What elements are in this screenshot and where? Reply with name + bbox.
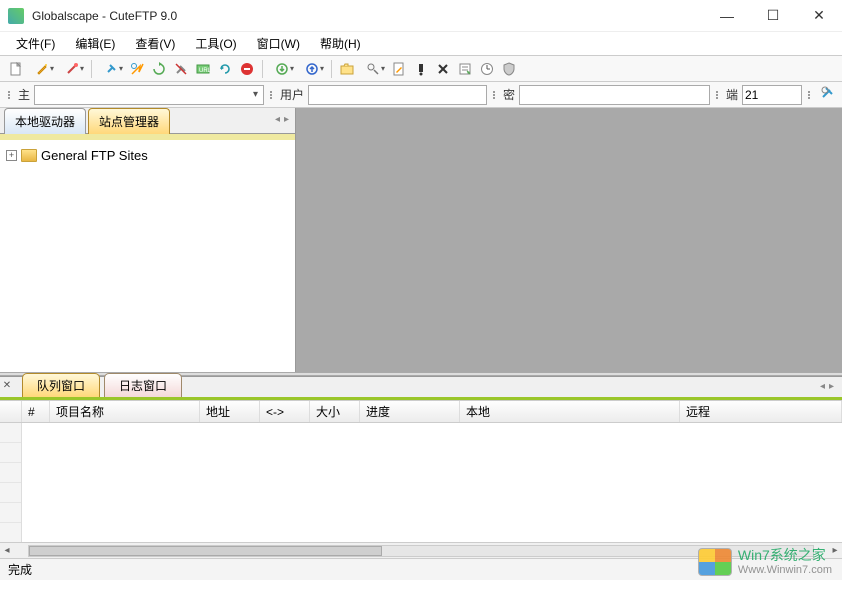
watermark-line1: Win7系统之家 xyxy=(738,547,832,564)
url-icon[interactable]: URL xyxy=(193,59,213,79)
new-icon[interactable] xyxy=(6,59,26,79)
port-label: 端 xyxy=(724,86,742,103)
download-icon[interactable]: ▾ xyxy=(268,59,296,79)
tab-scroll-right-icon[interactable]: ▸ xyxy=(829,381,834,392)
reconnect-icon[interactable] xyxy=(149,59,169,79)
menu-window[interactable]: 窗口(W) xyxy=(247,33,310,54)
menu-file[interactable]: 文件(F) xyxy=(6,33,65,54)
queue-columns: # 项目名称 地址 <-> 大小 进度 本地 远程 xyxy=(0,401,842,423)
user-label: 用户 xyxy=(278,86,308,103)
left-tabs: 本地驱动器 站点管理器 ◂ ▸ xyxy=(0,108,295,134)
close-button[interactable]: ✕ xyxy=(796,0,842,32)
refresh-icon[interactable] xyxy=(215,59,235,79)
port-input[interactable] xyxy=(742,85,802,105)
titlebar: Globalscape - CuteFTP 9.0 — ☐ ✕ xyxy=(0,0,842,32)
grip-icon[interactable] xyxy=(6,91,12,99)
watermark-line2: Www.Winwin7.com xyxy=(738,564,832,577)
col-address[interactable]: 地址 xyxy=(200,401,260,422)
tab-scroll-left-icon[interactable]: ◂ xyxy=(820,381,825,392)
connection-bar: 主 ▾ 用户 密 端 xyxy=(0,82,842,108)
col-size[interactable]: 大小 xyxy=(310,401,360,422)
view-icon[interactable]: ▾ xyxy=(359,59,387,79)
menu-view[interactable]: 查看(V) xyxy=(125,33,185,54)
host-combo[interactable]: ▾ xyxy=(34,85,264,105)
connect-wizard-icon[interactable]: ▾ xyxy=(58,59,86,79)
tree-root-label: General FTP Sites xyxy=(41,148,148,163)
status-text: 完成 xyxy=(8,561,32,578)
col-direction[interactable]: <-> xyxy=(260,401,310,422)
window-title: Globalscape - CuteFTP 9.0 xyxy=(32,9,704,23)
tab-scroll-right-icon[interactable]: ▸ xyxy=(284,114,289,125)
site-tree[interactable]: + General FTP Sites xyxy=(0,134,295,372)
tab-scroll-left-icon[interactable]: ◂ xyxy=(275,114,280,125)
newfolder-icon[interactable] xyxy=(337,59,357,79)
grip-icon[interactable] xyxy=(268,91,274,99)
watermark: Win7系统之家 Www.Winwin7.com xyxy=(698,547,832,577)
properties-icon[interactable] xyxy=(455,59,475,79)
edit-icon[interactable] xyxy=(389,59,409,79)
scroll-left-icon[interactable]: ◂ xyxy=(0,545,14,556)
maximize-button[interactable]: ☐ xyxy=(750,0,796,32)
delete-icon[interactable] xyxy=(433,59,453,79)
stop-icon[interactable] xyxy=(237,59,257,79)
col-remote[interactable]: 远程 xyxy=(680,401,842,422)
minimize-button[interactable]: — xyxy=(704,0,750,32)
execute-icon[interactable] xyxy=(411,59,431,79)
col-index[interactable]: # xyxy=(22,401,50,422)
user-input[interactable] xyxy=(308,85,487,105)
grip-icon[interactable] xyxy=(491,91,497,99)
svg-text:URL: URL xyxy=(199,68,210,74)
col-name[interactable]: 项目名称 xyxy=(50,401,200,422)
scroll-thumb[interactable] xyxy=(29,546,382,556)
wizard-icon[interactable]: ▾ xyxy=(28,59,56,79)
col-progress[interactable]: 进度 xyxy=(360,401,460,422)
tree-root-node[interactable]: + General FTP Sites xyxy=(6,148,289,163)
left-pane: 本地驱动器 站点管理器 ◂ ▸ + General FTP Sites xyxy=(0,108,296,372)
password-label: 密 xyxy=(501,86,519,103)
password-input[interactable] xyxy=(519,85,710,105)
disconnect-icon[interactable] xyxy=(171,59,191,79)
queue-window: # 项目名称 地址 <-> 大小 进度 本地 远程 ◂ ▸ xyxy=(0,400,842,558)
go-connect-icon[interactable] xyxy=(820,85,836,104)
menu-edit[interactable]: 编辑(E) xyxy=(65,33,125,54)
tab-queue[interactable]: 队列窗口 xyxy=(22,373,100,397)
toolbar: ▾ ▾ ▾ URL ▾ ▾ ▾ xyxy=(0,56,842,82)
chevron-down-icon[interactable]: ▾ xyxy=(250,89,261,100)
menubar: 文件(F) 编辑(E) 查看(V) 工具(O) 窗口(W) 帮助(H) xyxy=(0,32,842,56)
tab-local-drives[interactable]: 本地驱动器 xyxy=(4,108,86,134)
main-area: 本地驱动器 站点管理器 ◂ ▸ + General FTP Sites xyxy=(0,108,842,372)
host-label: 主 xyxy=(16,86,34,103)
remote-pane xyxy=(296,108,842,372)
grip-icon[interactable] xyxy=(806,91,812,99)
bottom-pane: ✕ 队列窗口 日志窗口 ◂ ▸ # 项目名称 地址 <-> 大小 进度 本地 远… xyxy=(0,376,842,558)
row-headers xyxy=(0,423,22,542)
security-icon[interactable] xyxy=(499,59,519,79)
upload-icon[interactable]: ▾ xyxy=(298,59,326,79)
quickconnect-icon[interactable] xyxy=(127,59,147,79)
watermark-logo-icon xyxy=(698,548,732,576)
close-pane-icon[interactable]: ✕ xyxy=(0,379,14,393)
expand-icon[interactable]: + xyxy=(6,150,17,161)
tab-site-manager[interactable]: 站点管理器 xyxy=(88,108,170,134)
menu-tools[interactable]: 工具(O) xyxy=(185,33,246,54)
queue-grid[interactable] xyxy=(22,423,842,542)
connect-icon[interactable]: ▾ xyxy=(97,59,125,79)
bottom-tabs: ✕ 队列窗口 日志窗口 ◂ ▸ xyxy=(0,376,842,400)
col-local[interactable]: 本地 xyxy=(460,401,680,422)
tab-log[interactable]: 日志窗口 xyxy=(104,373,182,397)
grip-icon[interactable] xyxy=(714,91,720,99)
folder-icon xyxy=(21,149,37,162)
col-rownum[interactable] xyxy=(0,401,22,422)
menu-help[interactable]: 帮助(H) xyxy=(310,33,371,54)
queue-body[interactable] xyxy=(0,423,842,542)
schedule-icon[interactable] xyxy=(477,59,497,79)
app-icon xyxy=(8,8,24,24)
